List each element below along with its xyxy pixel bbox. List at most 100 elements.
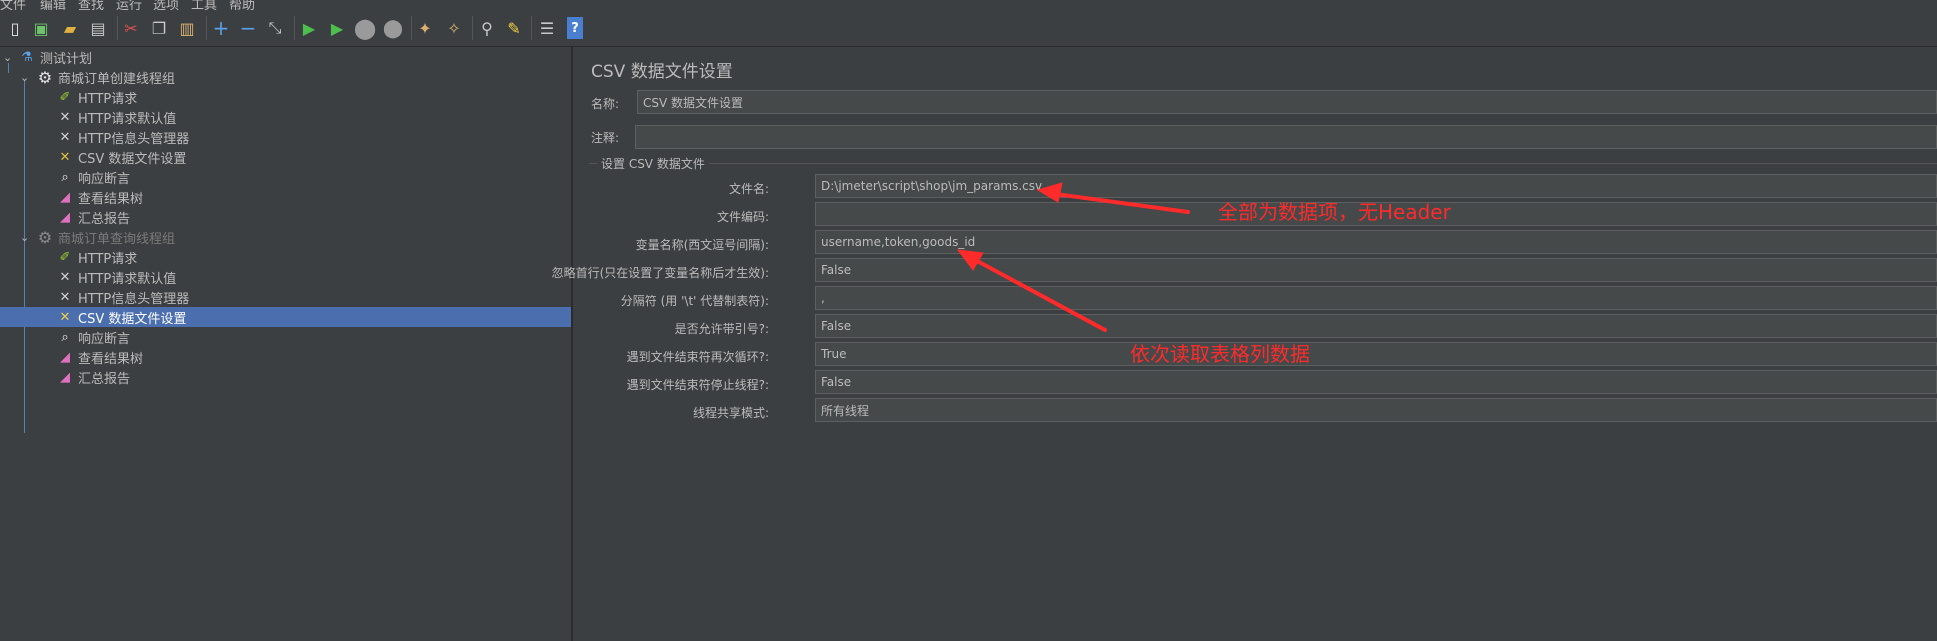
- search-icon[interactable]: ⚲: [476, 17, 498, 39]
- tree-node-label: 汇总报告: [78, 371, 131, 387]
- function-helper-icon[interactable]: ☰: [536, 17, 558, 39]
- menu-help[interactable]: 帮助: [229, 0, 255, 10]
- tree-node-label: 查看结果树: [78, 191, 144, 207]
- tree-node-header-manager[interactable]: ✕ HTTP信息头管理器: [56, 127, 190, 147]
- tree-node-header-manager[interactable]: ✕ HTTP信息头管理器: [56, 287, 190, 307]
- gear-icon: ⚙: [37, 67, 53, 87]
- toolbar: ▯ ▣ ▰ ▤ ✂ ❐ ▥ + − ⤡ ▶ ▶ ⬤ ⬤ ✦ ✧ ⚲ ✎ ☰ ?: [0, 10, 1937, 47]
- sharing-mode-field[interactable]: 所有线程: [815, 398, 1937, 422]
- clear-icon[interactable]: ✦: [414, 17, 436, 39]
- delimiter-field[interactable]: ,: [815, 286, 1937, 310]
- test-plan-tree: ⌄ ⚗ 测试计划 ⌄ ⚙ 商城订单创建线程组 ✐ HTTP请求 ✕ HTTP请求…: [0, 47, 572, 641]
- stop-thread-eof-label: 遇到文件结束符停止线程?:: [626, 378, 769, 392]
- tree-node-response-assertion[interactable]: ⌕ 响应断言: [56, 327, 130, 347]
- paste-icon[interactable]: ▥: [176, 17, 198, 39]
- tree-node-results-tree[interactable]: ◢ 查看结果树: [56, 347, 143, 367]
- tree-node-test-plan[interactable]: ⚗ 测试计划: [18, 47, 92, 67]
- delimiter-label: 分隔符 (用 '\t' 代替制表符):: [620, 294, 769, 308]
- menu-edit[interactable]: 编辑: [40, 0, 66, 10]
- tree-node-label: 汇总报告: [78, 211, 131, 227]
- stop-icon[interactable]: ⬤: [354, 16, 376, 40]
- sharing-mode-label: 线程共享模式:: [692, 406, 769, 420]
- collapse-toggle[interactable]: ⌄: [20, 71, 29, 84]
- tools-icon: ✕: [59, 289, 71, 305]
- allow-quoted-field[interactable]: False: [815, 314, 1937, 338]
- tree-node-summary-report[interactable]: ◢ 汇总报告: [56, 367, 130, 387]
- menu-run[interactable]: 运行: [116, 0, 142, 10]
- split-pane-divider[interactable]: [572, 47, 579, 641]
- tree-node-label: HTTP信息头管理器: [78, 291, 190, 307]
- start-no-pause-icon[interactable]: ▶: [326, 17, 348, 39]
- recycle-eof-label: 遇到文件结束符再次循环?:: [626, 350, 769, 364]
- recycle-eof-field[interactable]: True: [815, 342, 1937, 366]
- tree-node-csv-config-selected[interactable]: ✕ CSV 数据文件设置: [0, 307, 571, 327]
- tree-node-response-assertion[interactable]: ⌕ 响应断言: [56, 167, 130, 187]
- copy-icon[interactable]: ❐: [148, 17, 170, 39]
- panel-title: CSV 数据文件设置: [591, 62, 733, 82]
- tree-node-label: HTTP请求: [78, 251, 138, 267]
- menu-search[interactable]: 查找: [78, 0, 104, 10]
- ignore-first-line-field[interactable]: False: [815, 258, 1937, 282]
- name-field[interactable]: CSV 数据文件设置: [637, 90, 1937, 114]
- tree-node-csv-config[interactable]: ✕ CSV 数据文件设置: [56, 147, 187, 167]
- tree-node-summary-report[interactable]: ◢ 汇总报告: [56, 207, 130, 227]
- tree-node-http-request[interactable]: ✐ HTTP请求: [56, 87, 138, 107]
- tree-node-label: 查看结果树: [78, 351, 144, 367]
- help-icon[interactable]: ?: [567, 17, 583, 39]
- menu-file[interactable]: 文件: [0, 0, 26, 10]
- save-icon[interactable]: ▤: [87, 17, 109, 39]
- tree-node-results-tree[interactable]: ◢ 查看结果树: [56, 187, 143, 207]
- tree-node-http-request[interactable]: ✐ HTTP请求: [56, 247, 138, 267]
- annotation-header-note: 全部为数据项，无Header: [1218, 200, 1451, 224]
- collapse-icon[interactable]: −: [237, 16, 259, 40]
- open-icon[interactable]: ▰: [59, 17, 81, 39]
- section-title: 设置 CSV 数据文件: [597, 155, 709, 172]
- tools-icon: ✕: [59, 149, 71, 165]
- chart-icon: ◢: [60, 369, 70, 385]
- comment-field[interactable]: [635, 125, 1937, 149]
- tree-guide: [24, 243, 25, 433]
- flask-icon: ⚗: [21, 49, 33, 65]
- tree-node-label: 商城订单查询线程组: [58, 231, 176, 247]
- tree-node-label: CSV 数据文件设置: [78, 311, 187, 327]
- menu-tools[interactable]: 工具: [191, 0, 217, 10]
- tree-node-label: 商城订单创建线程组: [58, 71, 176, 87]
- toolbar-separator: [411, 16, 412, 40]
- tree-node-label: CSV 数据文件设置: [78, 151, 187, 167]
- filename-field[interactable]: D:\jmeter\script\shop\jm_params.csv: [815, 174, 1937, 198]
- tree-node-thread-group-create[interactable]: ⚙ 商城订单创建线程组: [36, 67, 175, 87]
- chart-icon: ◢: [60, 209, 70, 225]
- chart-icon: ◢: [60, 189, 70, 205]
- reset-search-icon[interactable]: ✎: [503, 17, 525, 39]
- tree-node-label: 响应断言: [78, 331, 131, 347]
- collapse-toggle[interactable]: ⌄: [3, 51, 12, 64]
- gear-icon: ⚙: [37, 227, 53, 247]
- tools-icon: ✕: [59, 109, 71, 125]
- tree-guide: [24, 81, 25, 243]
- collapse-toggle[interactable]: ⌄: [20, 231, 29, 244]
- annotation-column-note: 依次读取表格列数据: [1130, 342, 1310, 366]
- toggle-icon[interactable]: ⤡: [264, 17, 286, 39]
- cut-icon[interactable]: ✂: [120, 17, 142, 39]
- templates-icon[interactable]: ▣: [30, 17, 52, 39]
- menu-options[interactable]: 选项: [153, 0, 179, 10]
- tree-node-http-defaults[interactable]: ✕ HTTP请求默认值: [56, 267, 177, 287]
- start-icon[interactable]: ▶: [298, 17, 320, 39]
- variable-names-field[interactable]: username,token,goods_id: [815, 230, 1937, 254]
- tree-node-label: 测试计划: [40, 51, 93, 67]
- shutdown-icon[interactable]: ⬤: [382, 17, 404, 39]
- new-icon[interactable]: ▯: [4, 17, 26, 39]
- toolbar-separator: [206, 16, 207, 40]
- tree-guide: [8, 63, 9, 73]
- ignore-first-line-label: 忽略首行(只在设置了变量名称后才生效):: [551, 266, 769, 280]
- stop-thread-eof-field[interactable]: False: [815, 370, 1937, 394]
- expand-icon[interactable]: +: [210, 16, 232, 40]
- tree-node-http-defaults[interactable]: ✕ HTTP请求默认值: [56, 107, 177, 127]
- tree-node-label: HTTP请求默认值: [78, 271, 177, 287]
- variable-names-label: 变量名称(西文逗号间隔):: [635, 238, 769, 252]
- clear-all-icon[interactable]: ✧: [443, 17, 465, 39]
- tree-node-thread-group-query[interactable]: ⚙ 商城订单查询线程组: [36, 227, 175, 247]
- tree-node-label: 响应断言: [78, 171, 131, 187]
- chart-icon: ◢: [60, 349, 70, 365]
- encoding-label: 文件编码:: [716, 210, 769, 224]
